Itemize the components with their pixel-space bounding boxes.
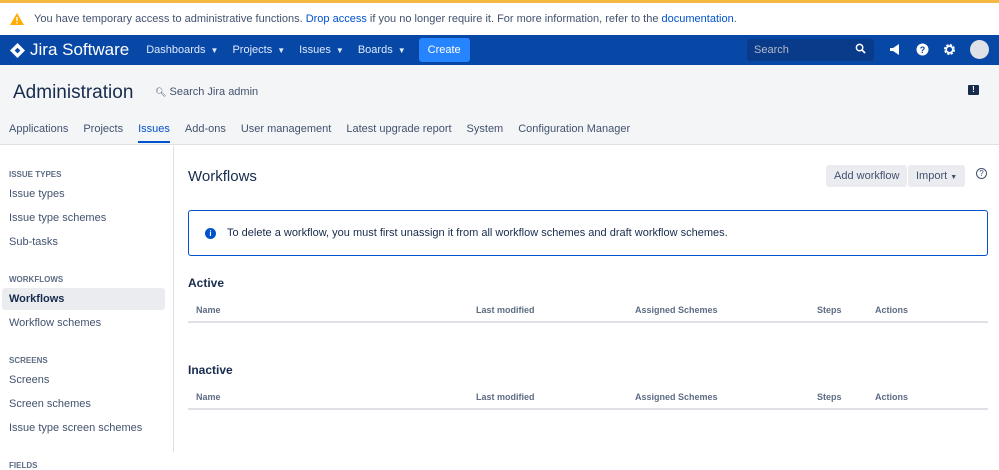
gear-icon[interactable] <box>943 43 956 56</box>
column-last-modified: Last modified <box>476 392 535 402</box>
inactive-heading: Inactive <box>188 363 233 377</box>
column-steps: Steps <box>817 305 842 315</box>
banner-text-end: . <box>733 13 737 25</box>
search-icon: 🔍︎ <box>155 87 167 97</box>
nav-label: Issues <box>299 44 331 56</box>
tab-system[interactable]: System <box>467 123 504 143</box>
info-message: i To delete a workflow, you must first u… <box>188 210 988 256</box>
inactive-table-header: Name Last modified Assigned Schemes Step… <box>188 388 988 410</box>
sidebar-heading-issue-types: ISSUE TYPES <box>9 170 62 179</box>
chevron-down-icon: ▼ <box>335 45 344 55</box>
sidebar-heading-fields: FIELDS <box>9 461 38 470</box>
page-title: Administration <box>13 82 134 103</box>
chevron-down-icon: ▼ <box>397 45 406 55</box>
documentation-link[interactable]: documentation <box>662 13 734 25</box>
nav-boards[interactable]: Boards ▼ <box>358 44 406 56</box>
admin-header: Administration 🔍︎ Search Jira admin ! Ap… <box>0 65 999 145</box>
sidebar-item-workflow-schemes[interactable]: Workflow schemes <box>2 312 165 334</box>
add-workflow-button[interactable]: Add workflow <box>826 165 908 187</box>
user-avatar[interactable] <box>970 40 989 59</box>
column-assigned-schemes: Assigned Schemes <box>635 392 718 402</box>
import-button[interactable]: Import ▼ <box>908 165 966 187</box>
tab-add-ons[interactable]: Add-ons <box>185 123 226 143</box>
sidebar-item-workflows[interactable]: Workflows <box>2 288 165 310</box>
drop-access-link[interactable]: Drop access <box>306 13 367 25</box>
info-icon: i <box>205 227 216 239</box>
banner-text: You have temporary access to administrat… <box>34 13 303 25</box>
nav-issues[interactable]: Issues ▼ <box>299 44 344 56</box>
search-jira-admin[interactable]: 🔍︎ Search Jira admin <box>155 86 258 98</box>
jira-diamond-icon <box>10 42 25 58</box>
tab-issues[interactable]: Issues <box>138 123 170 143</box>
create-button[interactable]: Create <box>418 38 470 62</box>
nav-label: Boards <box>357 44 393 56</box>
tab-latest-upgrade-report[interactable]: Latest upgrade report <box>346 123 451 143</box>
tab-applications[interactable]: Applications <box>9 123 68 143</box>
search-placeholder: Search <box>754 44 789 56</box>
tab-projects[interactable]: Projects <box>83 123 123 143</box>
column-name: Name <box>196 305 221 315</box>
admin-search-label: Search Jira admin <box>169 86 259 98</box>
column-last-modified: Last modified <box>476 305 535 315</box>
column-assigned-schemes: Assigned Schemes <box>635 305 718 315</box>
tab-user-management[interactable]: User management <box>241 123 332 143</box>
top-navigation: Jira Software Dashboards ▼ Projects ▼ Issu… <box>0 35 999 65</box>
nav-label: Projects <box>232 44 273 56</box>
sidebar-item-sub-tasks[interactable]: Sub-tasks <box>2 231 165 253</box>
svg-text:?: ? <box>920 45 926 55</box>
logo-text: Jira Software <box>30 40 130 59</box>
sidebar-item-issue-type-schemes[interactable]: Issue type schemes <box>2 207 165 229</box>
chevron-down-icon: ▼ <box>277 45 286 55</box>
banner-text-middle: if you no longer require it. For more in… <box>366 13 662 25</box>
nav-projects[interactable]: Projects ▼ <box>232 44 285 56</box>
search-icon <box>855 43 866 54</box>
chevron-down-icon: ▼ <box>950 174 958 181</box>
jira-logo[interactable]: Jira Software <box>10 40 129 60</box>
feedback-icon[interactable]: ! <box>968 85 979 95</box>
column-actions: Actions <box>875 392 909 402</box>
sidebar-item-issue-types[interactable]: Issue types <box>2 183 165 205</box>
workflows-title: Workflows <box>188 168 257 185</box>
column-name: Name <box>196 392 221 402</box>
admin-tabs: Applications Projects Issues Add-ons Use… <box>9 123 645 143</box>
help-icon[interactable]: ? <box>916 43 929 56</box>
nav-dashboards[interactable]: Dashboards ▼ <box>146 44 218 56</box>
megaphone-icon[interactable] <box>889 43 903 56</box>
chevron-down-icon: ▼ <box>210 45 219 55</box>
active-table-header: Name Last modified Assigned Schemes Step… <box>188 301 988 323</box>
help-icon[interactable]: ? <box>976 168 987 179</box>
search-input[interactable]: Search <box>747 39 874 61</box>
admin-access-banner: You have temporary access to administrat… <box>0 0 999 35</box>
tab-configuration-manager[interactable]: Configuration Manager <box>518 123 630 143</box>
import-label: Import <box>916 170 948 182</box>
column-steps: Steps <box>817 392 842 402</box>
sidebar: ISSUE TYPES Issue types Issue type schem… <box>0 146 174 470</box>
active-heading: Active <box>188 276 225 290</box>
sidebar-heading-screens: SCREENS <box>9 356 48 365</box>
nav-label: Dashboards <box>146 44 206 56</box>
sidebar-item-issue-type-screen-schemes[interactable]: Issue type screen schemes <box>2 417 165 439</box>
sidebar-item-screens[interactable]: Screens <box>2 369 165 391</box>
warning-icon <box>10 13 24 25</box>
info-text: To delete a workflow, you must first una… <box>227 227 728 239</box>
sidebar-item-screen-schemes[interactable]: Screen schemes <box>2 393 165 415</box>
sidebar-heading-workflows: WORKFLOWS <box>9 275 64 284</box>
column-actions: Actions <box>875 305 909 315</box>
